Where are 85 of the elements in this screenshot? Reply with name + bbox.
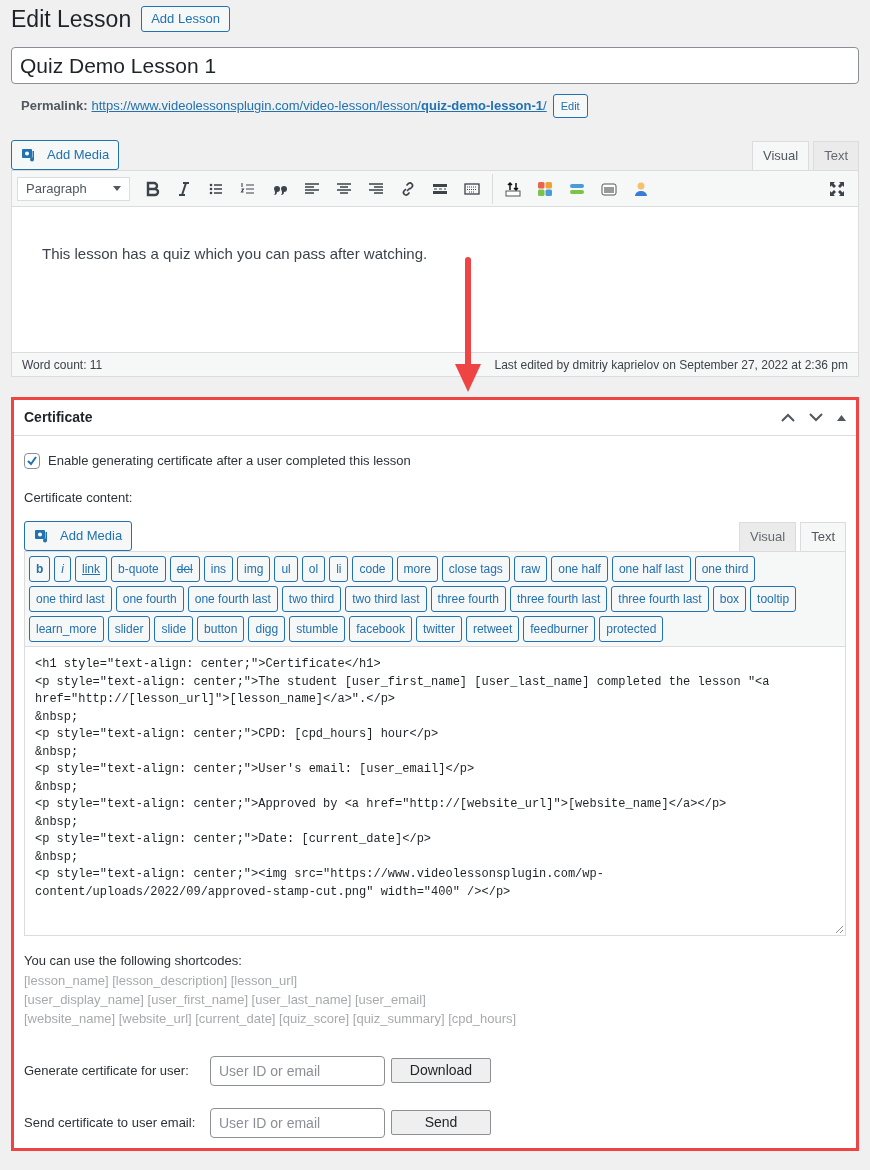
quicktag-button[interactable]: learn_more xyxy=(29,616,104,642)
quicktag-button[interactable]: button xyxy=(197,616,245,642)
color-grid-icon[interactable] xyxy=(537,180,553,197)
quicktag-button[interactable]: one half last xyxy=(611,556,691,582)
quicktag-button[interactable]: two third xyxy=(281,586,342,612)
quicktag-button[interactable]: stumble xyxy=(289,616,346,642)
caret-icon xyxy=(113,186,121,191)
action-button[interactable]: Download xyxy=(391,1058,491,1083)
resize-handle-icon[interactable] xyxy=(835,925,844,934)
quicktag-button[interactable]: ul xyxy=(274,556,298,582)
quicktag-button[interactable]: protected xyxy=(599,616,664,642)
field-label: Certificate content: xyxy=(24,488,134,507)
editor-tab[interactable]: Text xyxy=(800,522,846,551)
collapse-icon[interactable] xyxy=(837,414,846,421)
quicktag-button[interactable]: b xyxy=(29,556,51,582)
editor-content: This lesson has a quiz which you can pass after watching. xyxy=(42,244,429,264)
quicktag-button[interactable]: link xyxy=(75,556,108,582)
permalink-link[interactable]: https://www.videolessonsplugin.com/video-lesson/lesson/quiz-demo-lesson-1/ xyxy=(91,96,547,116)
quicktag-button[interactable]: b-quote xyxy=(111,556,166,582)
action-button[interactable]: Send xyxy=(391,1110,491,1135)
keyboard-icon[interactable] xyxy=(464,180,480,197)
quicktag-button[interactable]: tooltip xyxy=(750,586,797,612)
page-title: Edit Lesson xyxy=(11,4,132,34)
shortcode-list: [user_display_name] [user_first_name] [user_last_name] [user_email] xyxy=(24,989,846,1009)
quicktag-button[interactable]: facebook xyxy=(349,616,412,642)
upload-icon[interactable] xyxy=(505,180,521,197)
format-dropdown[interactable]: Paragraph xyxy=(17,176,130,201)
add-lesson-button[interactable]: Add Lesson xyxy=(141,6,230,32)
align-left-icon[interactable] xyxy=(304,180,320,197)
quicktag-button[interactable]: more xyxy=(396,556,438,582)
quicktag-button[interactable]: one fourth last xyxy=(187,586,278,612)
quicktag-button[interactable]: ol xyxy=(301,556,326,582)
quicktag-button[interactable]: three fourth last xyxy=(611,586,709,612)
shortcode-list: [website_name] [website_url] [current_date] [quiz_score] [quiz_summary] [cpd_hours] xyxy=(24,1008,846,1028)
quicktag-button[interactable]: close tags xyxy=(441,556,510,582)
quicktag-button[interactable]: box xyxy=(712,586,747,612)
user-id-field[interactable]: User ID or email xyxy=(210,1107,385,1138)
quicktag-button[interactable]: twitter xyxy=(415,616,462,642)
move-down-icon[interactable] xyxy=(809,413,823,422)
last-edited-text: Last edited by dmitriy kaprielov on September 27, 2022 at 2:36 pm xyxy=(494,356,848,374)
user-icon[interactable] xyxy=(633,180,649,197)
quicktag-button[interactable]: three fourth last xyxy=(509,586,608,612)
panel-title: Certificate xyxy=(24,408,93,427)
word-count: Word count: 11 xyxy=(22,356,103,374)
editor-tab[interactable]: Visual xyxy=(751,141,810,170)
quicktag-button[interactable]: img xyxy=(237,556,271,582)
quicktag-button[interactable]: raw xyxy=(513,556,548,582)
quicktag-button[interactable]: retweet xyxy=(465,616,520,642)
checkbox[interactable] xyxy=(24,452,40,469)
shortcodes-label: You can use the following shortcodes: xyxy=(24,952,243,970)
quicktag-button[interactable]: three fourth xyxy=(430,586,506,612)
add-media-button[interactable]: Add Media xyxy=(24,521,133,551)
permalink-label: Permalink: xyxy=(21,97,88,116)
quicktag-button[interactable]: digg xyxy=(248,616,286,642)
quicktag-button[interactable]: code xyxy=(352,556,393,582)
quicktag-button[interactable]: one third last xyxy=(29,586,112,612)
move-up-icon[interactable] xyxy=(781,413,795,422)
quicktag-button[interactable]: ins xyxy=(203,556,234,582)
numbered-list-icon[interactable] xyxy=(240,180,256,197)
bold-icon[interactable] xyxy=(144,180,160,197)
quicktag-button[interactable]: feedburner xyxy=(523,616,596,642)
quicktag-button[interactable]: one fourth xyxy=(115,586,184,612)
checkbox-label: Enable generating certificate after a user completed this lesson xyxy=(48,452,411,470)
quicktag-button[interactable]: two third last xyxy=(345,586,427,612)
quicktag-button[interactable]: one half xyxy=(551,556,608,582)
quicktag-button[interactable]: i xyxy=(54,556,71,582)
quicktag-button[interactable]: one third xyxy=(694,556,756,582)
editor-tab[interactable]: Visual xyxy=(738,522,797,551)
field-label: Send certificate to user email: xyxy=(24,1113,197,1132)
align-right-icon[interactable] xyxy=(368,180,384,197)
quicktag-button[interactable]: del xyxy=(169,556,200,582)
add-media-button[interactable]: Add Media xyxy=(11,140,120,170)
link-icon[interactable] xyxy=(400,180,416,197)
editor-tab[interactable]: Text xyxy=(813,141,859,170)
user-id-field[interactable]: User ID or email xyxy=(210,1055,385,1086)
title-field[interactable]: Quiz Demo Lesson 1 xyxy=(11,47,859,84)
quicktag-button[interactable]: li xyxy=(329,556,349,582)
quicktag-button[interactable]: slide xyxy=(154,616,194,642)
fullscreen-icon[interactable] xyxy=(829,180,845,197)
field-label: Generate certificate for user: xyxy=(24,1061,190,1080)
italic-icon[interactable] xyxy=(176,180,192,197)
align-center-icon[interactable] xyxy=(336,180,352,197)
edit-permalink-button[interactable]: Edit xyxy=(552,94,588,118)
quicktag-button[interactable]: slider xyxy=(107,616,151,642)
shortcode-list: [lesson_name] [lesson_description] [lesson_url] xyxy=(24,970,846,990)
